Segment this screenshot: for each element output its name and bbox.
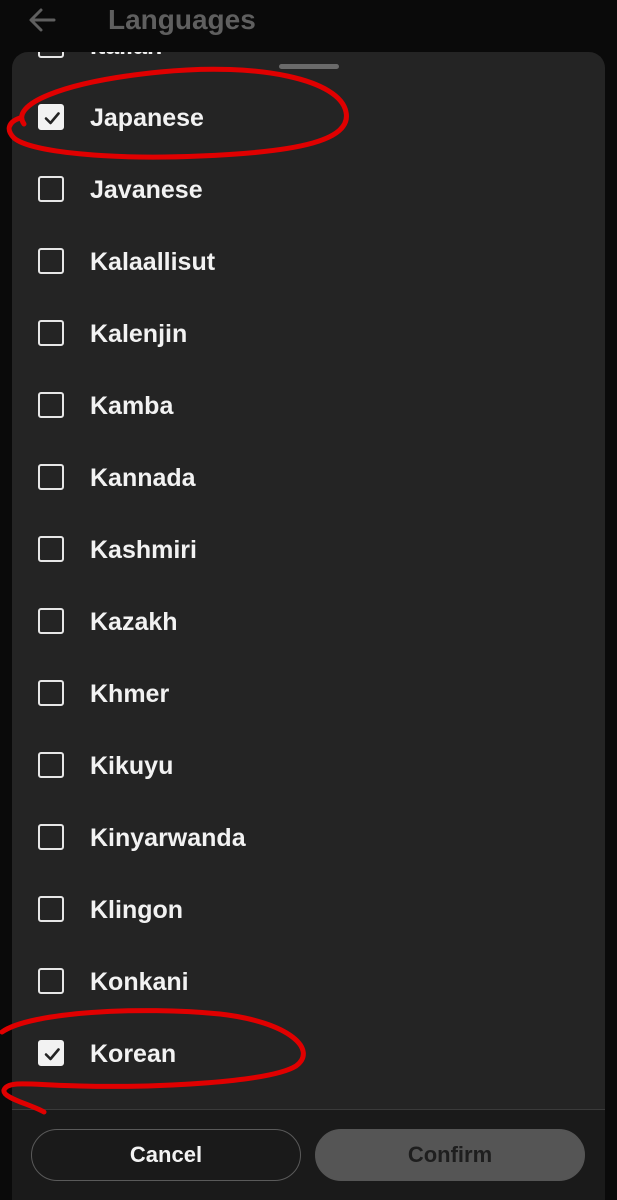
language-label: Kashmiri — [90, 536, 197, 564]
sheet-footer: Cancel Confirm — [12, 1110, 605, 1200]
screen: Languages Italian Japanese Javanese Kalaall… — [0, 0, 617, 1200]
language-item-kikuyu[interactable]: Kikuyu — [12, 730, 605, 802]
check-icon — [44, 1048, 60, 1061]
checkbox[interactable] — [38, 608, 64, 634]
language-item-kashmiri[interactable]: Kashmiri — [12, 514, 605, 586]
language-label: Kinyarwanda — [90, 824, 246, 852]
checkbox[interactable] — [38, 392, 64, 418]
language-item-kalaallisut[interactable]: Kalaallisut — [12, 226, 605, 298]
language-list[interactable]: Italian Japanese Javanese Kalaallisut Kalenj… — [12, 52, 605, 1109]
language-label: Kazakh — [90, 608, 178, 636]
checkbox[interactable] — [38, 52, 64, 58]
checkbox[interactable] — [38, 896, 64, 922]
top-app-bar: Languages — [0, 0, 617, 48]
language-item-khmer[interactable]: Khmer — [12, 658, 605, 730]
language-bottom-sheet: Italian Japanese Javanese Kalaallisut Kalenj… — [12, 52, 605, 1200]
language-label: Kalaallisut — [90, 248, 216, 276]
language-item-kinyarwanda[interactable]: Kinyarwanda — [12, 802, 605, 874]
drag-handle[interactable] — [279, 64, 339, 69]
language-label: Italian — [90, 52, 162, 82]
language-label: Kamba — [90, 392, 174, 420]
checkbox[interactable] — [38, 536, 64, 562]
language-item-klingon[interactable]: Klingon — [12, 874, 605, 946]
language-label: Kalenjin — [90, 320, 188, 348]
checkbox[interactable] — [38, 1040, 64, 1066]
language-label: Konkani — [90, 968, 189, 996]
language-item-japanese[interactable]: Japanese — [12, 82, 605, 154]
language-label: Kikuyu — [90, 752, 174, 780]
check-icon — [44, 112, 60, 125]
back-button[interactable] — [22, 2, 62, 38]
checkbox[interactable] — [38, 464, 64, 490]
checkbox[interactable] — [38, 968, 64, 994]
language-label: Klingon — [90, 896, 184, 924]
checkbox[interactable] — [38, 680, 64, 706]
language-label: Korean — [90, 1040, 177, 1068]
checkbox[interactable] — [38, 176, 64, 202]
checkbox[interactable] — [38, 104, 64, 130]
arrow-left-icon — [29, 8, 56, 32]
language-item-kazakh[interactable]: Kazakh — [12, 586, 605, 658]
checkbox[interactable] — [38, 824, 64, 850]
cancel-button[interactable]: Cancel — [31, 1129, 301, 1181]
language-label: Japanese — [90, 104, 204, 132]
language-label: Javanese — [90, 176, 203, 204]
language-item-konkani[interactable]: Konkani — [12, 946, 605, 1018]
checkbox[interactable] — [38, 752, 64, 778]
language-item-kalenjin[interactable]: Kalenjin — [12, 298, 605, 370]
language-label: Khmer — [90, 680, 170, 708]
language-item-kamba[interactable]: Kamba — [12, 370, 605, 442]
confirm-button[interactable]: Confirm — [315, 1129, 585, 1181]
language-item-javanese[interactable]: Javanese — [12, 154, 605, 226]
page-title: Languages — [108, 4, 256, 35]
language-label: Kannada — [90, 464, 196, 492]
language-item-kannada[interactable]: Kannada — [12, 442, 605, 514]
checkbox[interactable] — [38, 320, 64, 346]
language-item-korean[interactable]: Korean — [12, 1018, 605, 1090]
checkbox[interactable] — [38, 248, 64, 274]
